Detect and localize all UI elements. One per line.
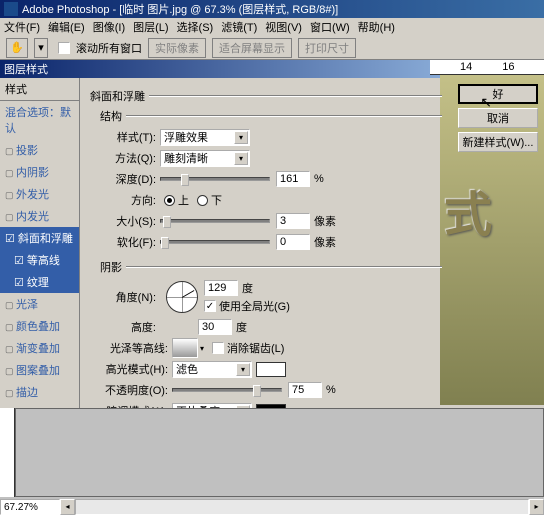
depth-label: 深度(D): <box>100 171 156 187</box>
fit-screen-button[interactable]: 适合屏幕显示 <box>212 38 292 58</box>
depth-input[interactable]: 161 <box>276 171 310 187</box>
sidebar-item-dropshadow[interactable]: 投影 <box>0 139 79 161</box>
angle-input[interactable]: 129 <box>204 280 238 296</box>
new-style-button[interactable]: 新建样式(W)... <box>458 132 538 152</box>
technique-label: 方法(Q): <box>100 150 156 166</box>
print-size-button[interactable]: 打印尺寸 <box>298 38 356 58</box>
menu-help[interactable]: 帮助(H) <box>358 19 395 35</box>
sidebar-blend-options[interactable]: 混合选项：默认 <box>0 101 79 139</box>
direction-up-radio[interactable]: 上 <box>164 192 189 208</box>
sidebar-item-stroke[interactable]: 描边 <box>0 381 79 403</box>
technique-dropdown[interactable]: 雕刻清晰▾ <box>160 150 250 167</box>
checkbox-icon <box>58 42 70 54</box>
ruler-horizontal: 14 16 <box>430 60 544 75</box>
soften-input[interactable]: 0 <box>276 234 310 250</box>
direction-label: 方向: <box>100 192 156 208</box>
ruler-vertical <box>0 408 15 497</box>
altitude-input[interactable]: 30 <box>198 319 232 335</box>
highlight-opacity-input[interactable]: 75 <box>288 382 322 398</box>
altitude-label: 高度: <box>100 319 156 335</box>
chevron-down-icon: ▾ <box>234 131 248 144</box>
menu-filter[interactable]: 滤镜(T) <box>221 19 257 35</box>
dialog-title-text: 图层样式 <box>4 61 48 77</box>
sidebar-item-satin[interactable]: 光泽 <box>0 293 79 315</box>
gloss-contour-label: 光泽等高线: <box>100 340 168 356</box>
shading-heading: 阴影 <box>100 259 122 275</box>
hand-tool-icon[interactable]: ✋ <box>6 38 28 58</box>
style-label: 样式(T): <box>100 129 156 145</box>
sidebar-item-contour[interactable]: ☑ 等高线 <box>0 249 79 271</box>
highlight-mode-dropdown[interactable]: 滤色▾ <box>172 361 252 378</box>
sidebar-item-coloroverlay[interactable]: 颜色叠加 <box>0 315 79 337</box>
sidebar-item-innerglow[interactable]: 内发光 <box>0 205 79 227</box>
highlight-opacity-slider[interactable] <box>172 388 282 392</box>
menu-window[interactable]: 窗口(W) <box>310 19 350 35</box>
soften-slider[interactable] <box>160 240 270 244</box>
sidebar-item-texture[interactable]: ☑ 纹理 <box>0 271 79 293</box>
size-input[interactable]: 3 <box>276 213 310 229</box>
style-dropdown[interactable]: 浮雕效果▾ <box>160 129 250 146</box>
ok-button[interactable]: 好 <box>458 84 538 104</box>
scroll-all-checkbox[interactable]: 滚动所有窗口 <box>58 40 142 56</box>
menu-image[interactable]: 图像(I) <box>93 19 125 35</box>
depth-slider[interactable] <box>160 177 270 181</box>
soften-label: 软化(F): <box>100 234 156 250</box>
menu-select[interactable]: 选择(S) <box>177 19 214 35</box>
highlight-color-swatch[interactable] <box>256 362 286 377</box>
sidebar-item-bevelemboss[interactable]: ☑ 斜面和浮雕 <box>0 227 79 249</box>
status-bar: 67.27% ◂ ▸ <box>0 499 544 515</box>
sidebar-item-patternoverlay[interactable]: 图案叠加 <box>0 359 79 381</box>
highlight-opacity-label: 不透明度(O): <box>100 382 168 398</box>
gloss-contour-picker[interactable] <box>172 338 198 358</box>
app-titlebar: Adobe Photoshop - [临时 图片.jpg @ 67.3% (图层… <box>0 0 544 18</box>
sidebar-item-outerglow[interactable]: 外发光 <box>0 183 79 205</box>
menubar[interactable]: 文件(F) 编辑(E) 图像(I) 图层(L) 选择(S) 滤镜(T) 视图(V… <box>0 18 544 36</box>
styles-sidebar: 样式 混合选项：默认 投影 内阴影 外发光 内发光 ☑ 斜面和浮雕 ☑ 等高线 … <box>0 78 80 450</box>
bevel-emboss-panel: 斜面和浮雕 结构 样式(T): 浮雕效果▾ 方法(Q): 雕刻清晰▾ 深度(D)… <box>80 78 452 450</box>
canvas-workspace[interactable] <box>15 408 544 497</box>
menu-file[interactable]: 文件(F) <box>4 19 40 35</box>
structure-heading: 结构 <box>100 108 122 124</box>
options-bar: ✋ ▾ 滚动所有窗口 实际像素 适合屏幕显示 打印尺寸 <box>0 36 544 60</box>
chevron-down-icon: ▾ <box>234 152 248 165</box>
scroll-right-icon[interactable]: ▸ <box>529 499 544 515</box>
cancel-button[interactable]: 取消 <box>458 108 538 128</box>
zoom-field[interactable]: 67.27% <box>0 499 60 515</box>
sidebar-item-gradientoverlay[interactable]: 渐变叠加 <box>0 337 79 359</box>
menu-view[interactable]: 视图(V) <box>265 19 302 35</box>
direction-down-radio[interactable]: 下 <box>197 192 222 208</box>
antialias-checkbox[interactable]: 消除锯齿(L) <box>212 340 284 356</box>
scroll-left-icon[interactable]: ◂ <box>60 499 75 515</box>
sidebar-header: 样式 <box>0 78 79 101</box>
scrollbar-track[interactable] <box>75 499 529 515</box>
size-label: 大小(S): <box>100 213 156 229</box>
panel-heading: 斜面和浮雕 <box>90 88 145 104</box>
sidebar-item-innershadow[interactable]: 内阴影 <box>0 161 79 183</box>
highlight-mode-label: 高光模式(H): <box>100 361 168 377</box>
menu-layer[interactable]: 图层(L) <box>133 19 168 35</box>
tool-dropdown-icon[interactable]: ▾ <box>34 38 48 58</box>
angle-dial[interactable] <box>166 281 198 313</box>
angle-label: 角度(N): <box>100 289 156 305</box>
actual-pixels-button[interactable]: 实际像素 <box>148 38 206 58</box>
menu-edit[interactable]: 编辑(E) <box>48 19 85 35</box>
app-title: Adobe Photoshop - [临时 图片.jpg @ 67.3% (图层… <box>22 1 338 17</box>
global-light-checkbox[interactable]: ✓使用全局光(G) <box>204 298 290 314</box>
size-slider[interactable] <box>160 219 270 223</box>
app-icon <box>4 2 18 16</box>
